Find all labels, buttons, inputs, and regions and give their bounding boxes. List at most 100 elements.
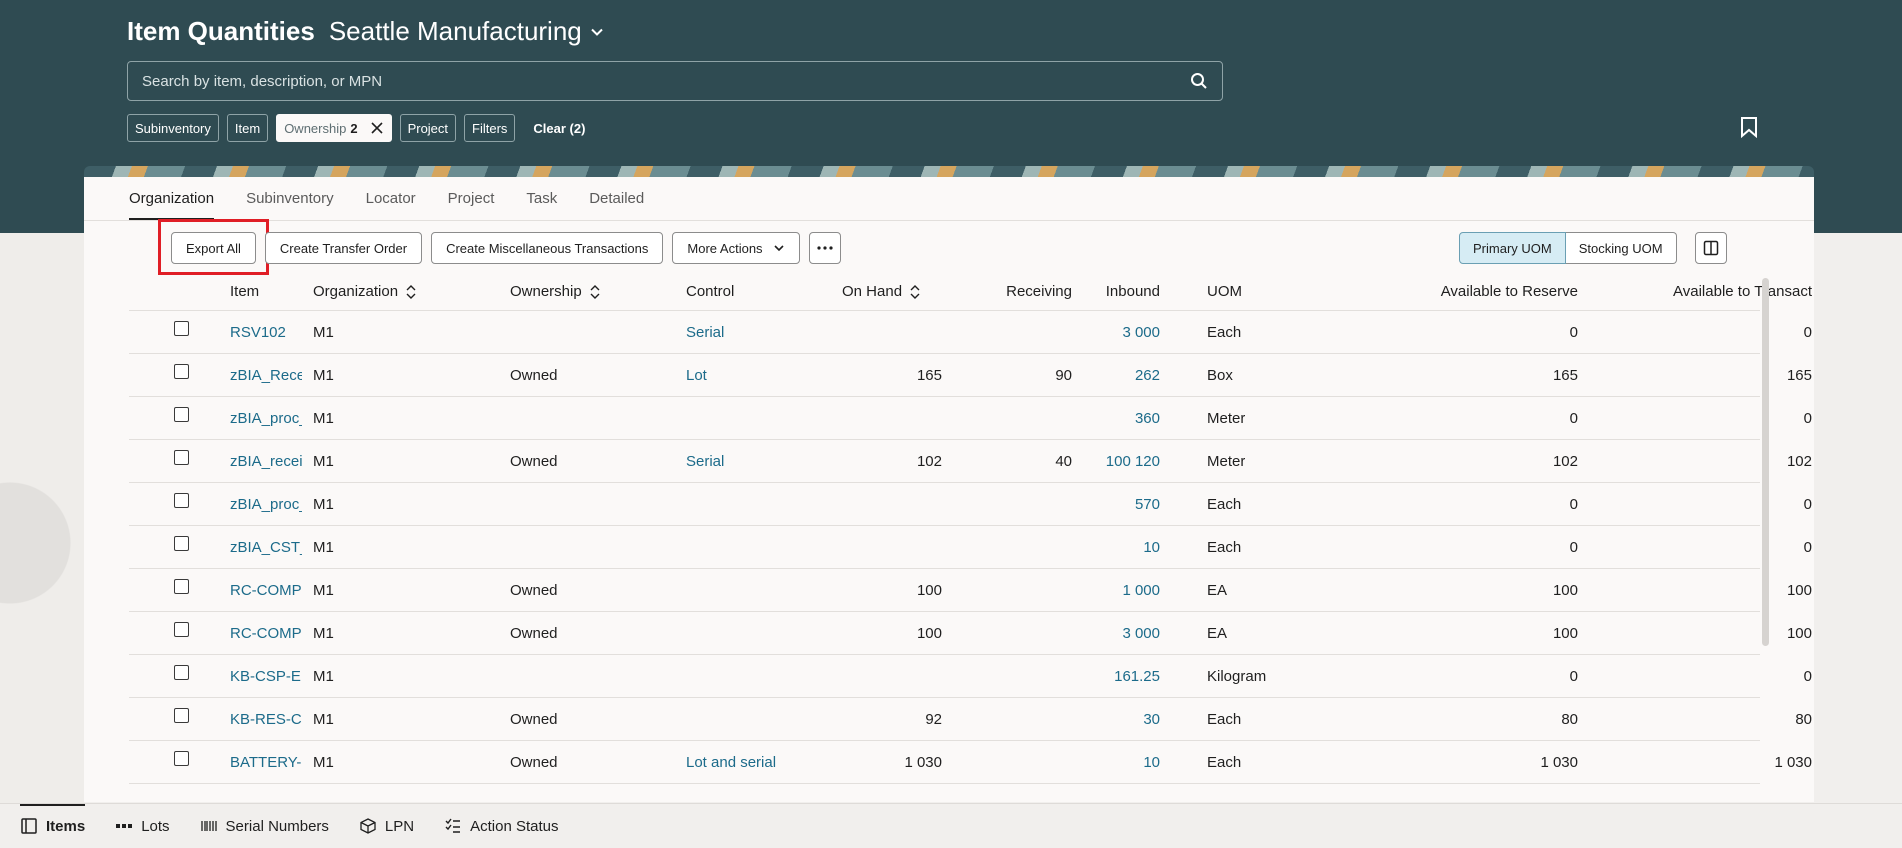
more-actions-button[interactable]: More Actions	[672, 232, 800, 264]
tab-subinventory[interactable]: Subinventory	[246, 190, 334, 220]
filter-chip-ownership[interactable]: Ownership 2	[276, 114, 392, 142]
stocking-uom-button[interactable]: Stocking UOM	[1565, 232, 1677, 264]
export-all-button[interactable]: Export All	[171, 232, 256, 264]
inbound-link[interactable]: 570	[1087, 496, 1160, 513]
nav-serial-numbers[interactable]: Serial Numbers	[200, 804, 329, 848]
item-link[interactable]: zBIA_proc_	[230, 410, 302, 427]
row-checkbox[interactable]	[174, 364, 189, 379]
row-checkbox[interactable]	[174, 708, 189, 723]
clear-filters-link[interactable]: Clear (2)	[533, 121, 585, 136]
filter-chip-subinventory[interactable]: Subinventory	[127, 114, 219, 142]
column-header-ownership[interactable]: Ownership	[510, 283, 600, 300]
table-row[interactable]: KB-RES-C( M1 Owned 92 30 Each 80 80	[129, 698, 1812, 741]
create-misc-transactions-button[interactable]: Create Miscellaneous Transactions	[431, 232, 664, 264]
inbound-link[interactable]: 100 120	[1087, 453, 1160, 470]
table-row[interactable]: RC-COMP- M1 Owned 100 3 000 EA 100 100	[129, 612, 1812, 655]
item-link[interactable]: RC-COMP-	[230, 625, 302, 642]
item-link[interactable]: zBIA_proc_	[230, 496, 302, 513]
table-body: RSV102 M1 Serial 3 000 Each 0 0 zBIA_Rec…	[129, 311, 1812, 784]
item-link[interactable]: KB-RES-C(	[230, 711, 302, 728]
row-checkbox[interactable]	[174, 579, 189, 594]
item-link[interactable]: zBIA_CST_	[230, 539, 302, 556]
table-row[interactable]: KB-CSP-EI M1 161.25 Kilogram 0 0	[129, 655, 1812, 698]
row-checkbox[interactable]	[174, 450, 189, 465]
nav-action-status[interactable]: Action Status	[444, 804, 559, 848]
table-scrollbar[interactable]	[1762, 278, 1769, 646]
available-to-transact-cell: 102	[1786, 453, 1812, 470]
column-header-available-to-transact[interactable]: Available to Transact	[1589, 283, 1812, 300]
primary-uom-button[interactable]: Primary UOM	[1459, 232, 1566, 264]
control-link[interactable]: Lot	[686, 367, 707, 384]
row-checkbox[interactable]	[174, 407, 189, 422]
item-link[interactable]: zBIA_recei	[230, 453, 302, 470]
column-header-item[interactable]: Item	[230, 283, 259, 300]
item-link[interactable]: RC-COMP-	[230, 582, 302, 599]
tab-organization[interactable]: Organization	[129, 190, 215, 220]
table-row[interactable]: zBIA_recei M1 Owned Serial 102 40 100 12…	[129, 440, 1812, 483]
control-link[interactable]: Serial	[686, 453, 724, 470]
item-link[interactable]: KB-CSP-EI	[230, 668, 302, 685]
inbound-link[interactable]: 360	[1087, 410, 1160, 427]
inbound-link[interactable]: 10	[1087, 539, 1160, 556]
column-header-uom[interactable]: UOM	[1207, 283, 1242, 300]
table-row[interactable]: RC-COMP- M1 Owned 100 1 000 EA 100 100	[129, 569, 1812, 612]
nav-lpn[interactable]: LPN	[359, 804, 414, 848]
inbound-link[interactable]: 30	[1087, 711, 1160, 728]
row-checkbox[interactable]	[174, 622, 189, 637]
inbound-link[interactable]: 262	[1087, 367, 1160, 384]
column-header-control[interactable]: Control	[686, 283, 734, 300]
inbound-link[interactable]: 3 000	[1087, 324, 1160, 341]
item-link[interactable]: zBIA_Rece	[230, 367, 302, 384]
tab-detailed[interactable]: Detailed	[589, 190, 644, 220]
available-to-reserve-cell: 102	[1552, 453, 1578, 470]
table-row[interactable]: zBIA_proc_ M1 360 Meter 0 0	[129, 397, 1812, 440]
search-input[interactable]	[142, 72, 1142, 90]
nav-items[interactable]: Items	[20, 803, 86, 848]
column-header-inbound[interactable]: Inbound	[1087, 283, 1160, 300]
filter-chip-project[interactable]: Project	[399, 114, 457, 142]
table-row[interactable]: zBIA_CST_ M1 10 Each 0 0	[129, 526, 1812, 569]
overflow-menu-button[interactable]	[808, 232, 841, 264]
table-row[interactable]: BATTERY- M1 Owned Lot and serial 1 030 1…	[129, 741, 1812, 784]
table-row[interactable]: zBIA_Rece M1 Owned Lot 165 90 262 Box 16…	[129, 354, 1812, 397]
row-checkbox[interactable]	[174, 665, 189, 680]
control-link[interactable]: Lot and serial	[686, 754, 776, 771]
sort-icon[interactable]	[910, 284, 920, 299]
tab-project[interactable]: Project	[448, 190, 495, 220]
table-row[interactable]: RSV102 M1 Serial 3 000 Each 0 0	[129, 311, 1812, 354]
sort-icon[interactable]	[406, 284, 416, 299]
create-transfer-order-button[interactable]: Create Transfer Order	[264, 232, 423, 264]
close-icon[interactable]	[370, 121, 384, 135]
row-checkbox[interactable]	[174, 493, 189, 508]
control-link[interactable]: Serial	[686, 324, 724, 341]
bookmark-icon[interactable]	[1740, 116, 1760, 139]
nav-lots[interactable]: Lots	[115, 804, 170, 848]
column-header-receiving[interactable]: Receiving	[972, 283, 1072, 300]
row-checkbox[interactable]	[174, 536, 189, 551]
inbound-link[interactable]: 1 000	[1087, 582, 1160, 599]
column-header-available-to-reserve[interactable]: Available to Reserve	[1339, 283, 1578, 300]
organization-cell: M1	[313, 754, 334, 771]
row-checkbox[interactable]	[174, 321, 189, 336]
table-row[interactable]: zBIA_proc_ M1 570 Each 0 0	[129, 483, 1812, 526]
on-hand-cell: 1 030	[904, 754, 942, 771]
filter-chip-filters[interactable]: Filters	[464, 114, 516, 142]
inbound-link[interactable]: 10	[1087, 754, 1160, 771]
organization-cell: M1	[313, 625, 334, 642]
item-link[interactable]: BATTERY-	[230, 754, 302, 771]
column-header-on-hand[interactable]: On Hand	[842, 283, 920, 300]
filter-chip-item[interactable]: Item	[226, 114, 269, 142]
tab-task[interactable]: Task	[526, 190, 557, 220]
item-link[interactable]: RSV102	[230, 324, 302, 341]
column-header-organization[interactable]: Organization	[313, 283, 416, 300]
row-checkbox[interactable]	[174, 751, 189, 766]
inbound-link[interactable]: 161.25	[1087, 668, 1160, 685]
tab-locator[interactable]: Locator	[366, 190, 416, 220]
more-actions-label: More Actions	[687, 240, 763, 256]
organization-selector[interactable]: Seattle Manufacturing	[329, 16, 608, 47]
inbound-link[interactable]: 3 000	[1087, 625, 1160, 642]
sort-icon[interactable]	[590, 284, 600, 299]
search-icon[interactable]	[1190, 72, 1208, 90]
main-panel: Organization Subinventory Locator Projec…	[84, 177, 1814, 802]
split-view-button[interactable]	[1695, 232, 1727, 264]
